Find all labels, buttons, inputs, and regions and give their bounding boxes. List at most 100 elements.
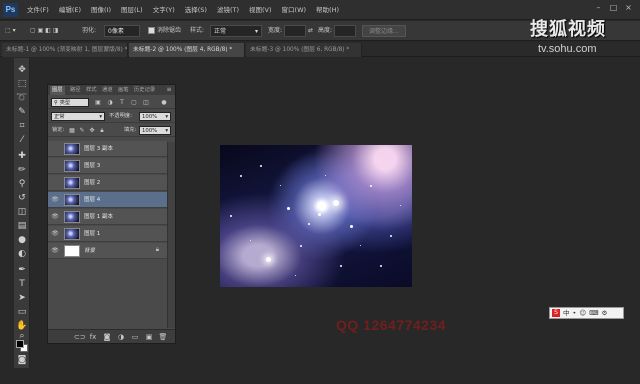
- eyedropper-tool-icon[interactable]: ⁄: [16, 134, 28, 146]
- layer-row[interactable]: 图层 3: [48, 158, 167, 174]
- layer-row-selected[interactable]: 👁︎ 图层 4: [48, 192, 167, 208]
- adjustment-filter-icon[interactable]: ◑: [106, 98, 114, 107]
- menu-layer[interactable]: 图层(L): [116, 0, 148, 20]
- menu-filter[interactable]: 滤镜(T): [212, 0, 244, 20]
- minimize-icon[interactable]: –: [593, 3, 604, 13]
- tab-styles[interactable]: 样式: [84, 86, 99, 95]
- opacity-input[interactable]: 100% ▾: [139, 112, 171, 121]
- style-select[interactable]: 正常 ▾: [210, 25, 262, 37]
- delete-layer-icon[interactable]: 🗑︎: [158, 332, 168, 342]
- height-input[interactable]: [334, 25, 356, 37]
- antialias-checkbox[interactable]: 消除锯齿: [148, 25, 181, 37]
- filter-kind-select[interactable]: ⚲ 类型: [51, 98, 89, 107]
- pixel-filter-icon[interactable]: ▣: [94, 98, 102, 107]
- gradient-tool-icon[interactable]: ▤: [16, 220, 28, 232]
- layer-mask-icon[interactable]: ◙: [102, 332, 112, 342]
- panel-menu-icon[interactable]: ≡: [165, 85, 173, 95]
- layer-row[interactable]: 图层 2: [48, 175, 167, 191]
- width-label: 宽度:: [268, 27, 283, 34]
- layer-row[interactable]: 👁︎ 图层 1: [48, 226, 167, 242]
- menu-image[interactable]: 图像(I): [86, 0, 116, 20]
- link-layers-icon[interactable]: ⊂⊃: [74, 332, 86, 342]
- ime-punctuation-icon[interactable]: •: [573, 308, 577, 318]
- menu-file[interactable]: 文件(F): [22, 0, 54, 20]
- eye-icon[interactable]: 👁︎: [51, 196, 59, 204]
- layer-row[interactable]: 图层 3 副本: [48, 141, 167, 157]
- adjustment-layer-icon[interactable]: ◑: [116, 332, 126, 342]
- quick-mask-icon[interactable]: ◙: [16, 354, 28, 366]
- new-layer-icon[interactable]: ▣: [144, 332, 154, 342]
- menu-view[interactable]: 视图(V): [244, 0, 277, 20]
- eraser-tool-icon[interactable]: ◫: [16, 206, 28, 218]
- ime-keyboard-icon[interactable]: ⌨: [589, 308, 598, 318]
- tab-channels[interactable]: 通道: [100, 86, 115, 95]
- type-filter-icon[interactable]: T: [118, 98, 126, 107]
- layer-row-background[interactable]: 👁︎ 背景 🔒︎: [48, 243, 167, 259]
- lock-all-icon[interactable]: 🔒︎: [98, 126, 106, 135]
- canvas-image[interactable]: [220, 145, 412, 287]
- menu-type[interactable]: 文字(Y): [148, 0, 180, 20]
- lock-image-icon[interactable]: ✎: [78, 126, 86, 135]
- eye-icon[interactable]: 👁︎: [51, 230, 59, 238]
- ime-emoji-icon[interactable]: ☺: [579, 308, 586, 318]
- visibility-toggle[interactable]: [51, 162, 59, 170]
- new-group-icon[interactable]: ▭: [130, 332, 140, 342]
- qq-number-watermark: QQ 1264774234: [336, 317, 447, 333]
- dodge-tool-icon[interactable]: ◐: [16, 248, 28, 260]
- eye-icon[interactable]: 👁︎: [51, 213, 59, 221]
- blend-mode-select[interactable]: 正常 ▾: [51, 112, 105, 121]
- lock-transparent-icon[interactable]: ▦: [68, 126, 76, 135]
- maximize-icon[interactable]: □: [608, 3, 619, 13]
- menu-edit[interactable]: 编辑(E): [54, 0, 86, 20]
- visibility-toggle[interactable]: [51, 179, 59, 187]
- filter-toggle-icon[interactable]: ●: [160, 98, 168, 107]
- smart-object-filter-icon[interactable]: ◫: [142, 98, 150, 107]
- fill-input[interactable]: 100% ▾: [139, 126, 171, 135]
- lasso-tool-icon[interactable]: ➰: [16, 92, 28, 104]
- foreground-color-swatch[interactable]: [16, 340, 24, 348]
- star: [280, 185, 281, 186]
- shape-tool-icon[interactable]: ▭: [16, 306, 28, 318]
- blur-tool-icon[interactable]: ●: [16, 234, 28, 246]
- menu-select[interactable]: 选择(S): [180, 0, 212, 20]
- refine-edge-button[interactable]: 调整边缘...: [362, 25, 406, 37]
- layer-style-icon[interactable]: fx: [88, 332, 98, 342]
- path-selection-tool-icon[interactable]: ➤: [16, 292, 28, 304]
- swap-icon[interactable]: ⇄: [308, 25, 313, 37]
- tab-layers[interactable]: 图层: [50, 86, 65, 95]
- tab-document-3[interactable]: 未标题-3 @ 100% (图层 6, RGB/8) *: [246, 43, 362, 57]
- ime-settings-icon[interactable]: ⚙: [602, 308, 608, 318]
- tab-history[interactable]: 历史记录: [132, 86, 157, 95]
- crop-tool-icon[interactable]: ⌗: [16, 120, 28, 132]
- healing-brush-tool-icon[interactable]: ✚: [16, 150, 28, 162]
- layers-scrollbar[interactable]: [167, 142, 175, 328]
- close-icon[interactable]: ×: [623, 3, 634, 13]
- width-input[interactable]: [284, 25, 306, 37]
- blend-mode-value: 正常: [54, 114, 65, 120]
- lock-position-icon[interactable]: ✥: [88, 126, 96, 135]
- brush-tool-icon[interactable]: ✏: [16, 164, 28, 176]
- ime-chinese-mode[interactable]: 中: [563, 308, 570, 318]
- tab-paths[interactable]: 路径: [68, 86, 83, 95]
- selection-mode-icons[interactable]: ▢ ▣ ◧ ◨: [30, 25, 58, 37]
- move-tool-icon[interactable]: ✥: [16, 64, 28, 76]
- menu-window[interactable]: 窗口(W): [277, 0, 312, 20]
- shape-filter-icon[interactable]: ▢: [130, 98, 138, 107]
- tab-brushes[interactable]: 画笔: [116, 86, 131, 95]
- quick-select-tool-icon[interactable]: ✎: [16, 106, 28, 118]
- layer-row[interactable]: 👁︎ 图层 1 副本: [48, 209, 167, 225]
- eye-icon[interactable]: 👁︎: [51, 247, 59, 255]
- feather-input[interactable]: 0像素: [104, 25, 140, 37]
- sohu-video-logo: 搜狐视频: [530, 19, 606, 40]
- ime-toolbar[interactable]: S 中 • ☺ ⌨ ⚙: [549, 307, 624, 319]
- menu-help[interactable]: 帮助(H): [311, 0, 344, 20]
- marquee-tool-icon[interactable]: ⬚: [16, 78, 28, 90]
- type-tool-icon[interactable]: T: [16, 278, 28, 290]
- tab-document-1[interactable]: 未标题-1 @ 100% (渐变映射 1, 图层蒙版/8) *: [2, 43, 128, 57]
- clone-stamp-tool-icon[interactable]: ⚲: [16, 178, 28, 190]
- pen-tool-icon[interactable]: ✒: [16, 264, 28, 276]
- visibility-toggle[interactable]: [51, 145, 59, 153]
- marquee-tool-preset-icon[interactable]: ⬚ ▾: [5, 25, 16, 37]
- history-brush-tool-icon[interactable]: ↺: [16, 192, 28, 204]
- tab-document-2[interactable]: 未标题-2 @ 100% (图层 4, RGB/8) *: [129, 43, 245, 57]
